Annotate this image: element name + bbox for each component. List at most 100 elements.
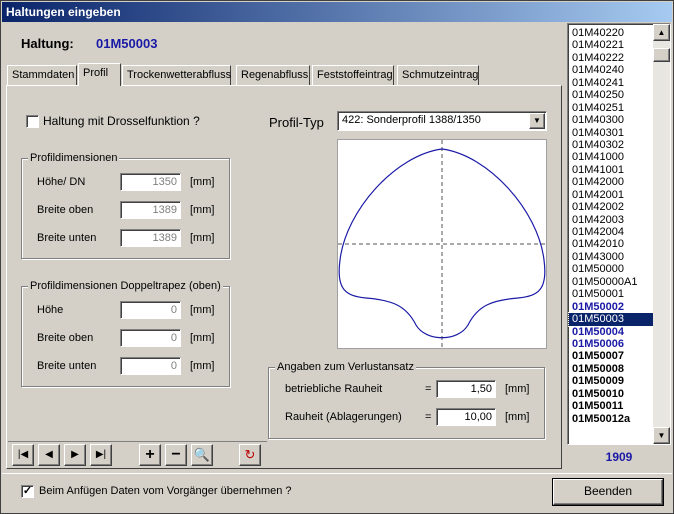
record-count: 1909 (605, 450, 633, 464)
remove-icon: − (171, 446, 181, 463)
list-item[interactable]: 01M40221 (569, 39, 653, 51)
dropdown-arrow-icon[interactable]: ▼ (529, 113, 545, 129)
breite-oben-field[interactable]: 1389 (120, 201, 181, 219)
prev-icon: ◀ (45, 449, 53, 460)
list-item[interactable]: 01M42000 (569, 176, 653, 188)
list-item[interactable]: 01M50003 (568, 312, 654, 327)
dt-breite-oben-label: Breite oben (37, 332, 94, 344)
breite-oben-label: Breite oben (37, 204, 94, 216)
profiltyp-label: Profil-Typ (269, 115, 324, 130)
list-item[interactable]: 01M50012a (569, 413, 653, 425)
list-item[interactable]: 01M40302 (569, 139, 653, 151)
dt-hoehe-label: Höhe (37, 304, 64, 316)
hoehe-dn-field[interactable]: 1350 (120, 173, 181, 191)
main-window: Haltungen eingeben Haltung: 01M50003 Sta… (0, 0, 674, 514)
beenden-button[interactable]: Beenden (552, 478, 664, 506)
betriebliche-rauheit-field[interactable]: 1,50 (436, 380, 496, 398)
scroll-up-icon[interactable]: ▲ (653, 24, 670, 41)
tab-trockenwetterabfluss[interactable]: Trockenwetterabfluss (122, 65, 231, 85)
profildimensionen-title: Profildimensionen (28, 152, 120, 164)
rauheit-ablagerungen-eq: = (425, 411, 432, 423)
search-record-button[interactable]: 🔍 (191, 444, 213, 466)
dt-breite-unten-label: Breite unten (37, 360, 97, 372)
scroll-down-icon[interactable]: ▼ (653, 427, 670, 444)
list-item[interactable]: 01M41001 (569, 164, 653, 176)
haltungen-list[interactable]: 01M40220 01M40221 01M40222 01M40240 01M40241… (567, 23, 671, 445)
list-item[interactable]: 01M40250 (569, 89, 653, 101)
list-item[interactable]: 01M50011 (569, 400, 653, 412)
title-bar: Haltungen eingeben (2, 2, 672, 22)
refresh-button[interactable]: ↻ (239, 444, 261, 466)
add-record-button[interactable]: + (139, 444, 161, 466)
list-item[interactable]: 01M40240 (569, 64, 653, 76)
add-icon: + (145, 446, 155, 463)
hoehe-dn-label: Höhe/ DN (37, 176, 86, 188)
betriebliche-rauheit-unit: [mm] (505, 383, 530, 395)
list-item[interactable]: 01M50008 (569, 363, 653, 375)
prev-record-button[interactable]: ◀ (38, 444, 60, 466)
list-item[interactable]: 01M42002 (569, 201, 653, 213)
list-item[interactable]: 01M40301 (569, 127, 653, 139)
profile-shape-icon (338, 140, 546, 348)
haltung-label: Haltung: (21, 36, 74, 51)
tab-stammdaten[interactable]: Stammdaten (7, 65, 77, 85)
betriebliche-rauheit-eq: = (425, 383, 432, 395)
list-item[interactable]: 01M50000A1 (569, 276, 653, 288)
list-item[interactable]: 01M40300 (569, 114, 653, 126)
list-item[interactable]: 01M42010 (569, 238, 653, 250)
dt-hoehe-field[interactable]: 0 (120, 301, 181, 319)
vorgaenger-label: Beim Anfügen Daten vom Vorgänger überneh… (39, 485, 292, 497)
list-item[interactable]: 01M50002 (569, 301, 653, 313)
dt-breite-oben-unit: [mm] (190, 332, 215, 344)
list-item[interactable]: 01M42003 (569, 214, 653, 226)
list-item[interactable]: 01M50006 (569, 338, 653, 350)
list-scrollbar[interactable]: ▲ ▼ (653, 24, 670, 444)
breite-oben-unit: [mm] (190, 204, 215, 216)
tab-feststoffeintrag[interactable]: Feststoffeintrag (312, 65, 394, 85)
verlust-group: Angaben zum Verlustansatz (268, 361, 545, 439)
dt-hoehe-unit: [mm] (190, 304, 215, 316)
list-item[interactable]: 01M43000 (569, 251, 653, 263)
rauheit-ablagerungen-unit: [mm] (505, 411, 530, 423)
list-item[interactable]: 01M42004 (569, 226, 653, 238)
list-item[interactable]: 01M50000 (569, 263, 653, 275)
betriebliche-rauheit-label: betriebliche Rauheit (285, 383, 383, 395)
first-record-button[interactable]: |◀ (12, 444, 34, 466)
list-item[interactable]: 01M40222 (569, 52, 653, 64)
breite-unten-field[interactable]: 1389 (120, 229, 181, 247)
tab-profil[interactable]: Profil (78, 63, 121, 86)
profiltyp-value: 422: Sonderprofil 1388/1350 (342, 114, 481, 126)
list-item[interactable]: 01M40251 (569, 102, 653, 114)
breite-unten-unit: [mm] (190, 232, 215, 244)
breite-unten-label: Breite unten (37, 232, 97, 244)
vorgaenger-checkbox[interactable]: ✓ (21, 485, 34, 498)
list-item[interactable]: 01M50001 (569, 288, 653, 300)
first-icon: |◀ (17, 449, 29, 460)
list-item[interactable]: 01M42001 (569, 189, 653, 201)
tab-regenabfluss[interactable]: Regenabfluss (236, 65, 310, 85)
doppeltrapez-title: Profildimensionen Doppeltrapez (oben) (28, 280, 223, 292)
list-item[interactable]: 01M50009 (569, 375, 653, 387)
dt-breite-unten-field[interactable]: 0 (120, 357, 181, 375)
list-item[interactable]: 01M50004 (569, 326, 653, 338)
delete-record-button[interactable]: − (165, 444, 187, 466)
drossel-label: Haltung mit Drosselfunktion ? (43, 114, 200, 128)
scroll-thumb[interactable] (653, 48, 670, 62)
profile-preview (337, 139, 547, 349)
list-item[interactable]: 01M50010 (569, 388, 653, 400)
rauheit-ablagerungen-field[interactable]: 10,00 (436, 408, 496, 426)
tab-schmutzeintrag[interactable]: Schmutzeintrag (397, 65, 479, 85)
list-item[interactable]: 01M41000 (569, 151, 653, 163)
refresh-icon: ↻ (244, 447, 256, 462)
list-item[interactable]: 01M40241 (569, 77, 653, 89)
next-record-button[interactable]: ▶ (64, 444, 86, 466)
profiltyp-select[interactable]: 422: Sonderprofil 1388/1350 ▼ (337, 111, 547, 131)
dt-breite-oben-field[interactable]: 0 (120, 329, 181, 347)
drossel-checkbox[interactable] (26, 115, 39, 128)
list-item[interactable]: 01M40220 (569, 27, 653, 39)
last-record-button[interactable]: ▶| (90, 444, 112, 466)
rauheit-ablagerungen-label: Rauheit (Ablagerungen) (285, 411, 402, 423)
last-icon: ▶| (95, 449, 107, 460)
verlust-title: Angaben zum Verlustansatz (275, 361, 416, 373)
list-item[interactable]: 01M50007 (569, 350, 653, 362)
